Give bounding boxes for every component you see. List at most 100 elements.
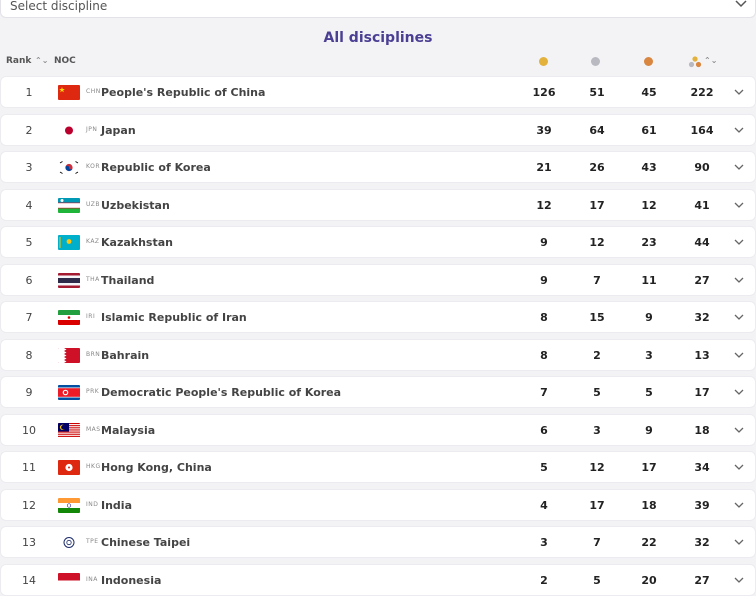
total-medals-icon[interactable] xyxy=(688,56,702,68)
gold-count: 9 xyxy=(540,236,548,249)
table-row[interactable]: 4 UZB Uzbekistan 12 17 12 41 xyxy=(0,188,756,221)
noc-code: PRK xyxy=(86,388,100,395)
rank-column-header[interactable]: Rank xyxy=(6,56,31,66)
gold-count: 9 xyxy=(540,273,548,287)
flag-icon xyxy=(58,197,80,213)
expand-chevron-icon[interactable] xyxy=(734,89,744,96)
flag-icon xyxy=(58,347,80,363)
expand-chevron-icon[interactable] xyxy=(734,239,744,246)
rank-cell: 5 xyxy=(25,236,33,249)
expand-chevron-icon[interactable] xyxy=(734,502,744,509)
expand-chevron-icon[interactable] xyxy=(734,352,744,359)
bronze-medal-icon[interactable] xyxy=(644,57,653,66)
expand-chevron-icon[interactable] xyxy=(734,427,744,434)
table-row[interactable]: 9 PRK Democratic People's Republic of Kore… xyxy=(0,376,756,408)
total-count: 18 xyxy=(694,423,710,437)
table-row[interactable]: 14 INA Indonesia 2 5 20 27 xyxy=(0,563,756,596)
rank-cell: 9 xyxy=(25,386,33,399)
table-row[interactable]: 7 IRI Islamic Republic of Iran 8 15 9 32 xyxy=(0,301,756,333)
bronze-count: 3 xyxy=(645,348,653,362)
bronze-count: 43 xyxy=(641,161,657,174)
flag-icon xyxy=(58,497,80,513)
expand-chevron-icon[interactable] xyxy=(734,577,744,584)
flag-icon xyxy=(58,572,80,588)
expand-chevron-icon[interactable] xyxy=(734,164,744,171)
expand-chevron-icon[interactable] xyxy=(734,539,744,546)
rank-cell: 1 xyxy=(25,86,33,99)
table-header: Rank ⌃⌄ NOC ⌃⌄ xyxy=(0,54,756,72)
expand-chevron-icon[interactable] xyxy=(734,127,744,134)
silver-count: 17 xyxy=(589,198,605,212)
country-name: Islamic Republic of Iran xyxy=(101,311,247,324)
expand-chevron-icon[interactable] xyxy=(734,464,744,471)
table-row[interactable]: 10 MAS Malaysia 6 3 9 18 xyxy=(0,413,756,446)
country-name: Malaysia xyxy=(101,423,156,437)
bronze-count: 9 xyxy=(645,311,653,324)
expand-chevron-icon[interactable] xyxy=(734,314,744,321)
noc-code: IRI xyxy=(86,313,96,320)
noc-code: UZB xyxy=(86,200,101,208)
gold-count: 7 xyxy=(540,386,548,399)
silver-medal-icon[interactable] xyxy=(591,57,600,66)
flag-icon xyxy=(58,160,80,175)
noc-code: MAS xyxy=(86,425,101,433)
flag-icon xyxy=(58,310,80,325)
table-row[interactable]: 8 BRN Bahrain 8 2 3 13 xyxy=(0,338,756,371)
table-row[interactable]: 11 HKG Hong Kong, China 5 12 17 34 xyxy=(0,451,756,483)
rank-cell: 3 xyxy=(25,161,33,174)
country-name: Chinese Taipei xyxy=(101,536,191,549)
gold-count: 39 xyxy=(536,123,552,137)
noc-code: CHN xyxy=(86,88,101,95)
bronze-count: 12 xyxy=(641,198,657,212)
country-name: Uzbekistan xyxy=(101,198,170,212)
country-name: Japan xyxy=(101,123,136,137)
sort-icon[interactable]: ⌃⌄ xyxy=(35,56,48,65)
bronze-count: 11 xyxy=(641,273,657,287)
expand-chevron-icon[interactable] xyxy=(734,389,744,396)
noc-code: KOR xyxy=(86,163,100,170)
gold-count: 126 xyxy=(532,86,556,99)
rank-cell: 13 xyxy=(22,536,36,549)
rank-cell: 10 xyxy=(22,423,36,437)
rank-cell: 12 xyxy=(22,498,36,512)
silver-count: 7 xyxy=(593,536,601,549)
noc-code: THA xyxy=(86,275,100,283)
flag-icon xyxy=(58,535,80,550)
expand-chevron-icon[interactable] xyxy=(734,277,744,284)
chevron-down-icon xyxy=(735,0,747,8)
total-count: 27 xyxy=(694,573,710,587)
table-row[interactable]: 3 KOR Republic of Korea 21 26 43 90 xyxy=(0,151,756,183)
discipline-select-placeholder: Select discipline xyxy=(10,0,108,13)
gold-count: 6 xyxy=(540,423,548,437)
gold-count: 2 xyxy=(540,573,548,587)
bronze-count: 9 xyxy=(645,423,653,437)
gold-medal-icon[interactable] xyxy=(539,57,548,66)
rank-cell: 4 xyxy=(25,198,33,212)
discipline-select[interactable]: Select discipline xyxy=(0,0,756,18)
bronze-count: 45 xyxy=(641,86,657,99)
silver-count: 51 xyxy=(589,86,605,99)
table-row[interactable]: 5 KAZ Kazakhstan 9 12 23 44 xyxy=(0,226,756,258)
table-row[interactable]: 12 IND India 4 17 18 39 xyxy=(0,488,756,521)
page-title: All disciplines xyxy=(323,30,433,46)
table-row[interactable]: 6 THA Thailand 9 7 11 27 xyxy=(0,263,756,296)
bronze-count: 5 xyxy=(645,386,653,399)
country-name: Republic of Korea xyxy=(101,161,211,174)
table-row[interactable]: 1 CHN People's Republic of China 126 51 45 222 xyxy=(0,76,756,108)
silver-count: 5 xyxy=(593,573,601,587)
silver-count: 3 xyxy=(593,423,601,437)
noc-code: IND xyxy=(86,500,99,508)
flag-icon xyxy=(58,385,80,400)
bronze-count: 20 xyxy=(641,573,657,587)
table-row[interactable]: 13 TPE Chinese Taipei 3 7 22 32 xyxy=(0,526,756,558)
noc-code: JPN xyxy=(86,125,98,133)
total-count: 17 xyxy=(694,386,710,399)
bronze-count: 18 xyxy=(641,498,657,512)
rank-cell: 2 xyxy=(25,123,33,137)
expand-chevron-icon[interactable] xyxy=(734,202,744,209)
flag-icon xyxy=(58,85,80,100)
flag-icon xyxy=(58,422,80,438)
table-row[interactable]: 2 JPN Japan 39 64 61 164 xyxy=(0,113,756,146)
gold-count: 21 xyxy=(536,161,552,174)
total-sort-icon[interactable]: ⌃⌄ xyxy=(704,56,717,65)
